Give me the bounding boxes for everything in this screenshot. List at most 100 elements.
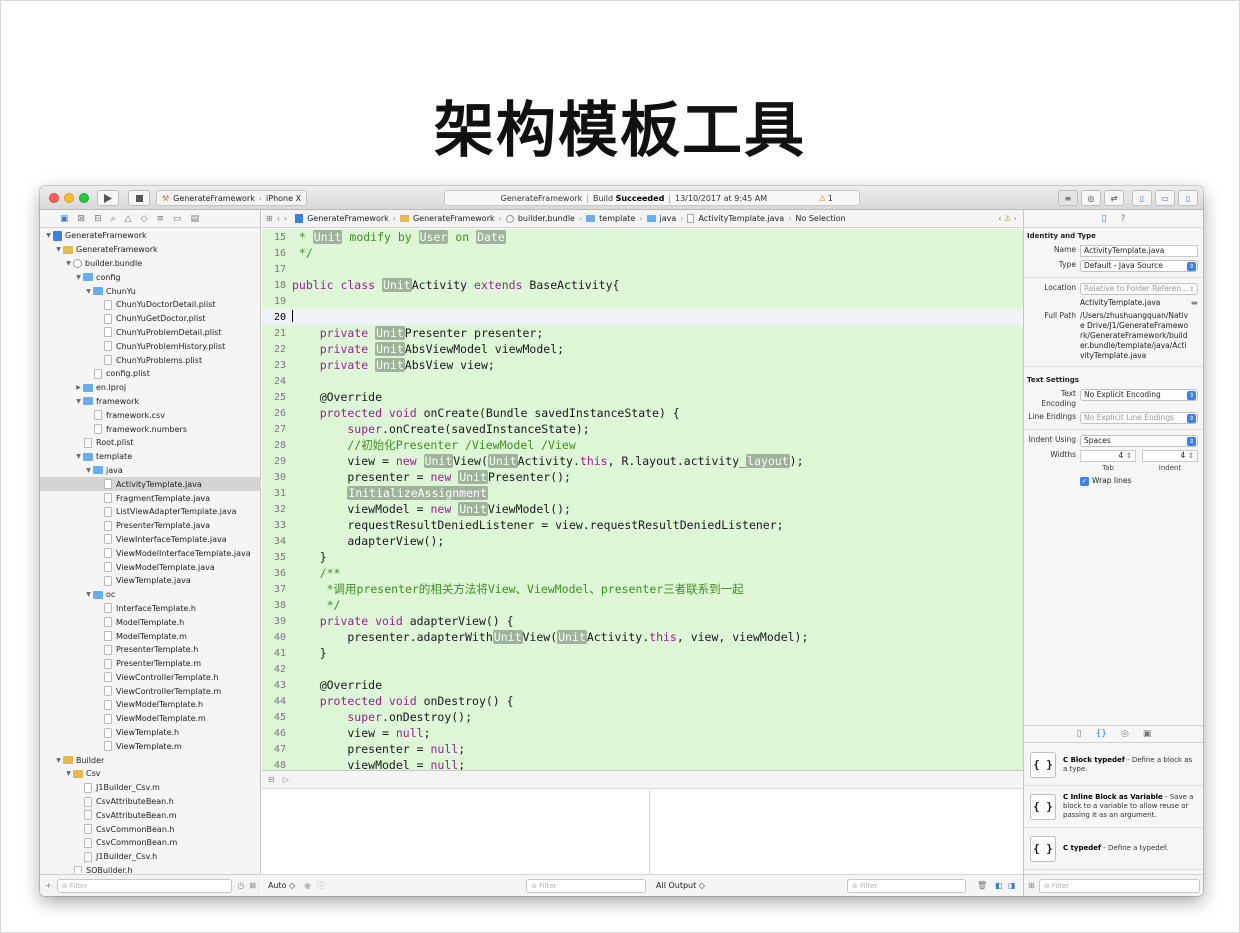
- code-line[interactable]: 24: [262, 373, 1023, 389]
- wrap-lines-checkbox[interactable]: ✓: [1080, 476, 1089, 486]
- code-line[interactable]: 39 private void adapterView() {: [262, 613, 1023, 629]
- tree-row[interactable]: ▼ framework: [40, 395, 261, 409]
- tree-row[interactable]: ▼ Csv: [40, 767, 261, 781]
- assistant-editor-button[interactable]: ◎: [1081, 190, 1101, 206]
- disclosure-open-icon[interactable]: ▼: [84, 288, 93, 295]
- code-line[interactable]: 30 presenter = new UnitPresenter();: [262, 469, 1023, 485]
- library-filter-input[interactable]: ⊜ Filter: [1038, 878, 1200, 893]
- tree-row[interactable]: ViewControllerTemplate.h: [40, 671, 261, 685]
- tree-row[interactable]: framework.csv: [40, 408, 261, 422]
- split-view-icon[interactable]: ◨: [1008, 881, 1016, 890]
- tree-row[interactable]: PresenterTemplate.java: [40, 519, 261, 533]
- disclosure-open-icon[interactable]: ▼: [74, 453, 83, 460]
- endings-select[interactable]: No Explicit Line Endings ⇕: [1080, 412, 1198, 424]
- jump-item[interactable]: GenerateFramework: [413, 214, 495, 223]
- code-line[interactable]: 40 presenter.adapterWithUnitView(UnitAct…: [262, 629, 1023, 645]
- code-line[interactable]: 25 @Override: [262, 389, 1023, 405]
- code-line[interactable]: 46 view = null;: [262, 725, 1023, 741]
- tree-row[interactable]: ViewControllerTemplate.m: [40, 684, 261, 698]
- issue-navigation[interactable]: ‹ ⚠ ›: [998, 214, 1017, 223]
- add-icon[interactable]: +: [45, 881, 52, 890]
- toggle-navigator-button[interactable]: ▯: [1132, 190, 1152, 206]
- code-line[interactable]: 42: [262, 661, 1023, 677]
- tree-row[interactable]: ▼ template: [40, 450, 261, 464]
- code-line[interactable]: 22 private UnitAbsViewModel viewModel;: [262, 341, 1023, 357]
- hide-debug-icon[interactable]: ⊟: [268, 775, 275, 784]
- code-line[interactable]: 38 */: [262, 597, 1023, 613]
- library-item[interactable]: { } C Inline Block as Variable - Save a …: [1024, 786, 1203, 828]
- code-line[interactable]: 26 protected void onCreate(Bundle savedI…: [262, 405, 1023, 421]
- scheme-selector[interactable]: ⚒ GenerateFramework › iPhone X: [156, 190, 308, 206]
- tree-row[interactable]: ViewModelTemplate.java: [40, 560, 261, 574]
- tree-row[interactable]: CsvCommonBean.h: [40, 822, 261, 836]
- jump-item[interactable]: template: [599, 214, 635, 223]
- back-icon[interactable]: ‹: [277, 214, 280, 223]
- disclosure-open-icon[interactable]: ▼: [74, 274, 83, 281]
- media-library-icon[interactable]: ▣: [1143, 729, 1152, 739]
- recent-files-icon[interactable]: ◷: [237, 881, 244, 890]
- placeholder-token[interactable]: Unit: [487, 454, 518, 468]
- tree-row[interactable]: ActivityTemplate.java: [40, 477, 261, 492]
- stepper-icon[interactable]: ⇕: [1126, 451, 1132, 461]
- file-inspector-icon[interactable]: ▯: [1102, 214, 1107, 224]
- disclosure-open-icon[interactable]: ▼: [84, 467, 93, 474]
- jump-item[interactable]: ActivityTemplate.java: [698, 214, 784, 223]
- code-line[interactable]: 31 InitializeAssignment: [262, 485, 1023, 501]
- code-line[interactable]: 17: [262, 261, 1023, 277]
- tree-row[interactable]: ViewModelInterfaceTemplate.java: [40, 546, 261, 560]
- file-template-icon[interactable]: ▯: [1077, 729, 1082, 739]
- placeholder-token[interactable]: User: [418, 230, 449, 244]
- placeholder-token[interactable]: Unit: [382, 278, 412, 292]
- eye-icon[interactable]: ◉: [304, 881, 311, 890]
- library-item[interactable]: { } C typedef - Define a typedef.: [1024, 828, 1203, 870]
- placeholder-token[interactable]: Unit: [312, 230, 343, 244]
- code-line[interactable]: 19: [262, 293, 1023, 309]
- tree-row[interactable]: PresenterTemplate.m: [40, 657, 261, 671]
- source-control-icon[interactable]: ⊠: [78, 214, 86, 224]
- tree-row[interactable]: SQBuilder.h: [40, 864, 261, 873]
- tree-row[interactable]: ▼ GenerateFramework: [40, 229, 261, 243]
- warning-icon[interactable]: ⚠: [819, 194, 826, 203]
- run-button[interactable]: [97, 190, 119, 206]
- zoom-window-button[interactable]: [79, 193, 89, 203]
- tree-row[interactable]: InterfaceTemplate.h: [40, 602, 261, 616]
- tree-row[interactable]: CsvCommonBean.m: [40, 836, 261, 850]
- tree-row[interactable]: ViewModelTemplate.m: [40, 712, 261, 726]
- tree-row[interactable]: config.plist: [40, 367, 261, 381]
- code-snippet-icon[interactable]: {}: [1096, 729, 1107, 739]
- disclosure-open-icon[interactable]: ▼: [64, 770, 73, 777]
- split-view-icon[interactable]: ◧: [995, 881, 1003, 890]
- code-line[interactable]: 28 //初始化Presenter /ViewModel /View: [262, 437, 1023, 453]
- tree-row[interactable]: ChunYuGetDoctor.plist: [40, 312, 261, 326]
- library-item[interactable]: { } C Block typedef - Define a block as …: [1024, 744, 1203, 786]
- folder-icon[interactable]: ▣: [60, 214, 69, 224]
- test-icon[interactable]: ◇: [141, 214, 148, 224]
- placeholder-token[interactable]: Date: [476, 230, 506, 244]
- code-line[interactable]: 43 @Override: [262, 677, 1023, 693]
- modified-files-icon[interactable]: ⊠: [249, 881, 256, 890]
- code-line[interactable]: 20: [262, 309, 1023, 325]
- tree-row[interactable]: ▼ config: [40, 270, 261, 284]
- toggle-debug-button[interactable]: ▭: [1155, 190, 1175, 206]
- placeholder-token[interactable]: Unit: [458, 502, 488, 516]
- grid-view-icon[interactable]: ⊞: [1028, 881, 1035, 890]
- toggle-utilities-button[interactable]: ▯: [1178, 190, 1198, 206]
- symbol-icon[interactable]: ⊟: [94, 214, 102, 224]
- code-line[interactable]: 45 super.onDestroy();: [262, 709, 1023, 725]
- code-line[interactable]: 27 super.onCreate(savedInstanceState);: [262, 421, 1023, 437]
- breakpoints-icon[interactable]: ▷: [283, 775, 289, 784]
- tree-row[interactable]: ChunYuProblemHistory.plist: [40, 339, 261, 353]
- debug-icon[interactable]: ≡: [157, 214, 165, 224]
- disclosure-closed-icon[interactable]: ▶: [74, 384, 83, 391]
- version-editor-button[interactable]: ⇄: [1104, 190, 1124, 206]
- code-line[interactable]: 41 }: [262, 645, 1023, 661]
- variables-scope-select[interactable]: Auto ◇: [268, 881, 295, 890]
- placeholder-token[interactable]: Unit: [375, 326, 405, 340]
- console-filter-input[interactable]: ⊜ Filter: [847, 878, 966, 893]
- code-line[interactable]: 21 private UnitPresenter presenter;: [262, 325, 1023, 341]
- console-output-select[interactable]: All Output ◇: [656, 881, 705, 890]
- minimize-window-button[interactable]: [64, 193, 74, 203]
- code-line[interactable]: 48 viewModel = null;: [262, 757, 1023, 770]
- trash-icon[interactable]: 🗑: [977, 881, 987, 890]
- code-line[interactable]: 29 view = new UnitView(UnitActivity.this…: [262, 453, 1023, 469]
